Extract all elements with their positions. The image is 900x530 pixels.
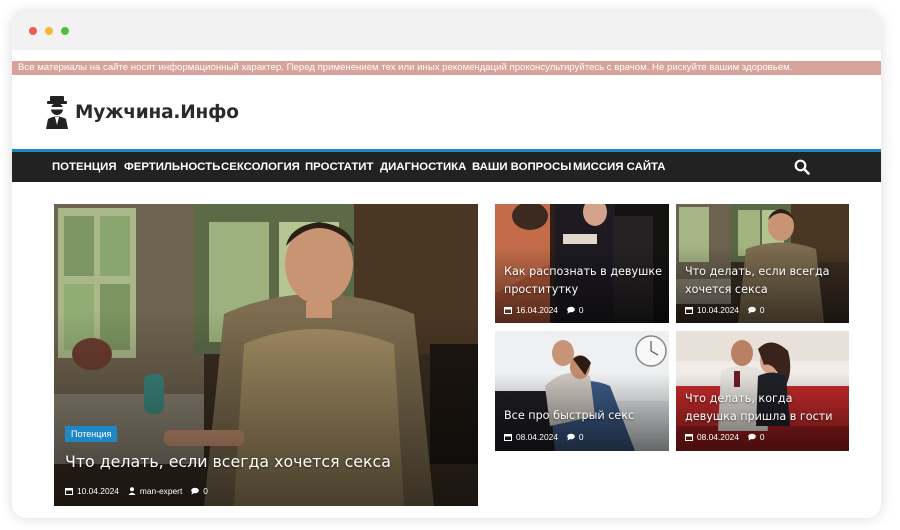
calendar-icon [504,434,512,441]
search-icon[interactable] [794,159,810,175]
comment-icon [191,487,200,495]
post-meta: 10.04.2024 0 [685,305,765,315]
disclaimer-bar: Все материалы на сайте носят информацион… [12,50,881,78]
nav-item-mission[interactable]: МИССИЯ САЙТА [573,152,666,182]
post-date: 08.04.2024 [516,432,558,442]
featured-post-date: 10.04.2024 [77,486,119,496]
comment-icon [567,433,575,441]
gentleman-logo-icon [46,96,68,129]
comment-icon [748,306,756,314]
post-title[interactable]: Что делать, когда девушка пришла в гости [685,390,845,426]
featured-post-meta: 10.04.2024 man-expert 0 [65,486,208,496]
nav-item-prostatitis[interactable]: ПРОСТАТИТ [305,152,373,182]
title-bar [12,12,881,50]
post-card[interactable]: Как распознать в девушке проститутку 16.… [495,204,669,323]
post-title[interactable]: Как распознать в девушке проститутку [504,263,664,299]
site-logo[interactable]: Мужчина.Инфо [44,92,239,132]
post-title[interactable]: Что делать, если всегда хочется секса [685,263,845,299]
featured-post-comments[interactable]: 0 [203,486,208,496]
post-date: 08.04.2024 [697,432,739,442]
featured-post-card[interactable]: Потенция Что делать, если всегда хочется… [54,204,478,506]
nav-item-questions[interactable]: ВАШИ ВОПРОСЫ [472,152,571,182]
nav-item-fertility[interactable]: ФЕРТИЛЬНОСТЬ [124,152,220,182]
post-date: 10.04.2024 [697,305,739,315]
post-comments[interactable]: 0 [579,432,584,442]
maximize-window-button[interactable] [61,27,69,35]
nav-item-sexology[interactable]: СЕКСОЛОГИЯ [221,152,300,182]
featured-post-title[interactable]: Что делать, если всегда хочется секса [65,451,465,473]
post-date: 16.04.2024 [516,305,558,315]
post-card[interactable]: Что делать, если всегда хочется секса 10… [676,204,849,323]
post-comments[interactable]: 0 [760,432,765,442]
calendar-icon [685,434,693,441]
disclaimer-text: Все материалы на сайте носят информацион… [12,61,881,75]
post-meta: 08.04.2024 0 [504,432,584,442]
nav-item-diagnostics[interactable]: ДИАГНОСТИКА [380,152,466,182]
post-meta: 16.04.2024 0 [504,305,584,315]
comment-icon [567,306,575,314]
calendar-icon [685,307,693,314]
close-window-button[interactable] [29,27,37,35]
post-card[interactable]: Все про быстрый секс 08.04.2024 0 [495,331,669,451]
featured-post-author[interactable]: man-expert [140,486,182,496]
main-navigation: ПОТЕНЦИЯ ФЕРТИЛЬНОСТЬ СЕКСОЛОГИЯ ПРОСТАТ… [12,149,881,182]
nav-item-potency[interactable]: ПОТЕНЦИЯ [52,152,117,182]
browser-window: Все материалы на сайте носят информацион… [12,12,881,518]
author-icon [128,487,136,495]
post-meta: 08.04.2024 0 [685,432,765,442]
calendar-icon [65,488,73,495]
post-card[interactable]: Что делать, когда девушка пришла в гости… [676,331,849,451]
post-title[interactable]: Все про быстрый секс [504,407,664,425]
site-name: Мужчина.Инфо [75,101,239,123]
minimize-window-button[interactable] [45,27,53,35]
calendar-icon [504,307,512,314]
comment-icon [748,433,756,441]
category-badge[interactable]: Потенция [65,426,118,442]
post-comments[interactable]: 0 [579,305,584,315]
post-comments[interactable]: 0 [760,305,765,315]
